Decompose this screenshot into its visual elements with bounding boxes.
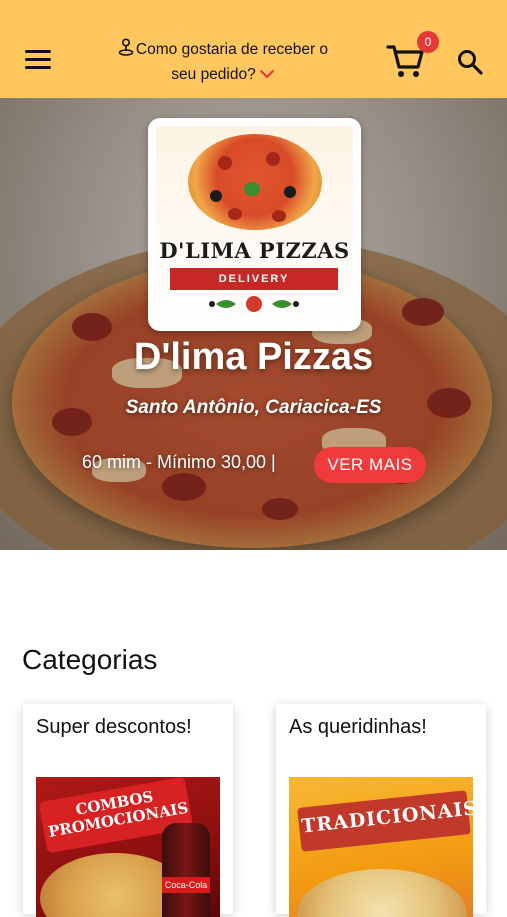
store-location: Santo Antônio, Cariacica-ES [125,397,382,418]
logo-ribbon: DELIVERY [170,268,338,290]
logo-pizza-image [188,134,322,230]
store-name: D'lima Pizzas [133,336,374,378]
bottle-label-text: Coca-Cola [162,877,210,893]
store-delivery-info: 60 mim - Mínimo 30,00 | [82,452,276,472]
menu-icon[interactable] [25,50,51,72]
logo-title: D'LIMA PIZZAS [159,238,350,263]
cart-count-badge: 0 [417,31,439,53]
delivery-prompt-text: Como gostaria de receber o seu pedido? [135,41,329,83]
category-image-combos: COMBOS PROMOCIONAIS Coca-Cola [36,777,220,917]
category-label: As queridinhas! [289,716,427,738]
delivery-mode-selector[interactable]: Como gostaria de receber o seu pedido? [108,38,338,86]
pin-icon [118,38,134,63]
category-card-as-queridinhas[interactable]: As queridinhas! TRADICIONAIS [276,704,486,917]
see-more-button[interactable]: VER MAIS [314,447,426,483]
chevron-down-icon [259,63,275,86]
store-logo: D'LIMA PIZZAS DELIVERY [148,118,361,331]
category-label: Super descontos! [36,716,192,738]
top-bar: Como gostaria de receber o seu pedido? 0 [0,0,507,98]
search-icon[interactable] [456,48,484,76]
categories-title: Categorias [22,644,158,675]
logo-tomato-leaves-icon [209,296,299,312]
category-image-tradicionais: TRADICIONAIS [289,777,473,917]
category-card-super-descontos[interactable]: Super descontos! COMBOS PROMOCIONAIS Coc… [23,704,233,917]
